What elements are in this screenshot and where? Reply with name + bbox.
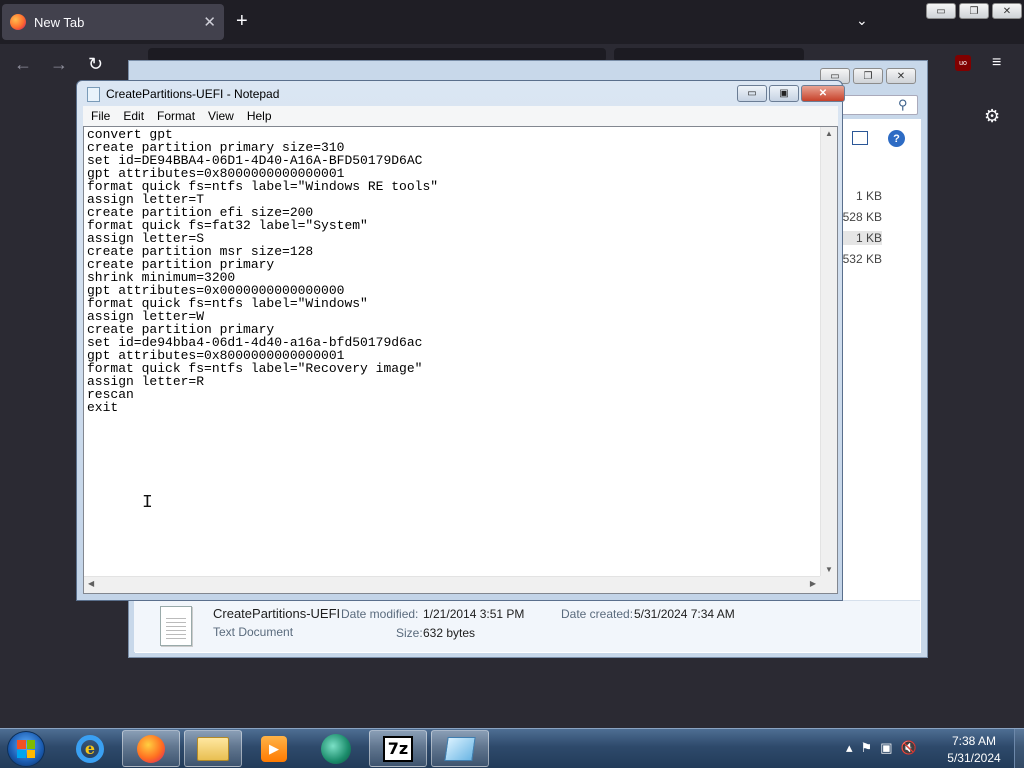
size-label: Size:	[396, 626, 423, 640]
notepad-window: CreatePartitions-UEFI - Notepad ▭ ▣ ✕ Fi…	[76, 80, 845, 601]
file-size-cell: 1 KB	[855, 189, 882, 203]
windows-logo-icon	[17, 740, 35, 758]
close-button[interactable]: ✕	[801, 85, 845, 102]
date-created-label: Date created:	[561, 607, 634, 621]
menu-icon[interactable]: ≡	[992, 54, 1001, 72]
forward-icon[interactable]: →	[50, 54, 68, 75]
minimize-button[interactable]: ▭	[926, 3, 956, 19]
window-title: CreatePartitions-UEFI - Notepad	[106, 87, 280, 101]
minimize-button[interactable]: ▭	[737, 85, 767, 102]
start-button[interactable]	[7, 731, 45, 767]
maximize-button[interactable]: ▣	[769, 85, 799, 102]
text-editor[interactable]: convert gpt create partition primary siz…	[83, 126, 838, 594]
scrollbar-corner	[820, 576, 837, 593]
taskbar-firefox[interactable]	[122, 730, 180, 767]
preview-pane-icon[interactable]	[852, 131, 868, 145]
gear-icon[interactable]: ⚙	[984, 106, 1000, 127]
taskbar-internet-explorer[interactable]: e	[61, 730, 119, 767]
system-tray: ▴ ⚑ ▣ 🔇	[846, 740, 917, 756]
text-cursor-icon: I	[142, 493, 153, 513]
menu-format[interactable]: Format	[157, 109, 195, 123]
show-hidden-icons-icon[interactable]: ▴	[846, 740, 853, 756]
menu-view[interactable]: View	[208, 109, 234, 123]
date-created-value: 5/31/2024 7:34 AM	[634, 607, 735, 621]
taskbar-explorer[interactable]	[184, 730, 242, 767]
clock[interactable]: 7:38 AM 5/31/2024	[942, 733, 1006, 767]
menu-file[interactable]: File	[91, 109, 110, 123]
taskbar-notepad[interactable]	[431, 730, 489, 767]
taskbar-ccleaner[interactable]	[307, 730, 365, 767]
size-value: 632 bytes	[423, 626, 476, 640]
explorer-restore-button[interactable]: ❐	[853, 68, 883, 84]
back-icon[interactable]: ←	[14, 54, 32, 75]
restore-button[interactable]: ❐	[959, 3, 989, 19]
menu-help[interactable]: Help	[247, 109, 272, 123]
volume-muted-icon[interactable]: 🔇	[900, 740, 916, 756]
show-desktop-button[interactable]	[1014, 729, 1024, 768]
close-button[interactable]: ✕	[992, 3, 1022, 19]
file-size-cell: 532 KB	[842, 252, 882, 266]
menu-edit[interactable]: Edit	[123, 109, 144, 123]
list-all-tabs-button[interactable]: ⌄	[856, 12, 868, 29]
firefox-icon	[10, 14, 26, 30]
firefox-icon	[137, 734, 165, 763]
internet-explorer-icon: e	[76, 734, 104, 763]
clock-date: 5/31/2024	[947, 751, 1001, 765]
folder-icon	[197, 736, 229, 761]
ublock-icon[interactable]: uo	[955, 55, 971, 71]
tab-new-tab[interactable]: New Tab ✕	[2, 4, 224, 40]
details-file-name: CreatePartitions-UEFI	[213, 606, 341, 621]
media-player-icon: ▶	[261, 735, 287, 762]
horizontal-scrollbar[interactable]: ◀ ▶	[84, 576, 820, 593]
action-center-flag-icon[interactable]: ⚑	[861, 740, 873, 756]
details-file-type: Text Document	[213, 625, 294, 639]
help-icon[interactable]: ?	[888, 130, 905, 147]
scroll-up-icon[interactable]: ▲	[825, 129, 833, 138]
notepad-icon	[87, 87, 100, 102]
notepad-icon	[444, 736, 476, 761]
editor-content[interactable]: convert gpt create partition primary siz…	[87, 128, 438, 414]
reload-icon[interactable]: ↻	[88, 54, 103, 75]
scroll-right-icon[interactable]: ▶	[810, 579, 816, 588]
network-icon[interactable]: ▣	[880, 740, 892, 756]
tab-close-icon[interactable]: ✕	[203, 13, 216, 31]
file-size-cell-selected: 1 KB	[842, 231, 882, 245]
menu-bar: File Edit Format View Help	[83, 106, 838, 126]
tab-title: New Tab	[34, 14, 85, 30]
date-modified-label: Date modified:	[341, 607, 419, 621]
taskbar-media-player[interactable]: ▶	[245, 730, 303, 767]
notepad-window-controls: ▭ ▣ ✕	[737, 85, 845, 102]
scroll-down-icon[interactable]: ▼	[825, 565, 833, 574]
taskbar-7zip[interactable]: 7z	[369, 730, 427, 767]
scroll-left-icon[interactable]: ◀	[88, 579, 94, 588]
7zip-icon: 7z	[383, 735, 413, 762]
explorer-close-button[interactable]: ✕	[886, 68, 916, 84]
text-document-icon	[160, 606, 192, 646]
search-icon[interactable]: ⚲	[898, 97, 908, 113]
file-size-cell: 528 KB	[842, 210, 882, 224]
vertical-scrollbar[interactable]: ▲ ▼	[820, 127, 837, 576]
clock-time: 7:38 AM	[951, 734, 997, 748]
new-tab-button[interactable]: +	[236, 10, 248, 32]
date-modified-value: 1/21/2014 3:51 PM	[423, 607, 525, 621]
ccleaner-icon	[321, 733, 351, 764]
firefox-window-controls: ▭ ❐ ✕	[926, 3, 1022, 19]
